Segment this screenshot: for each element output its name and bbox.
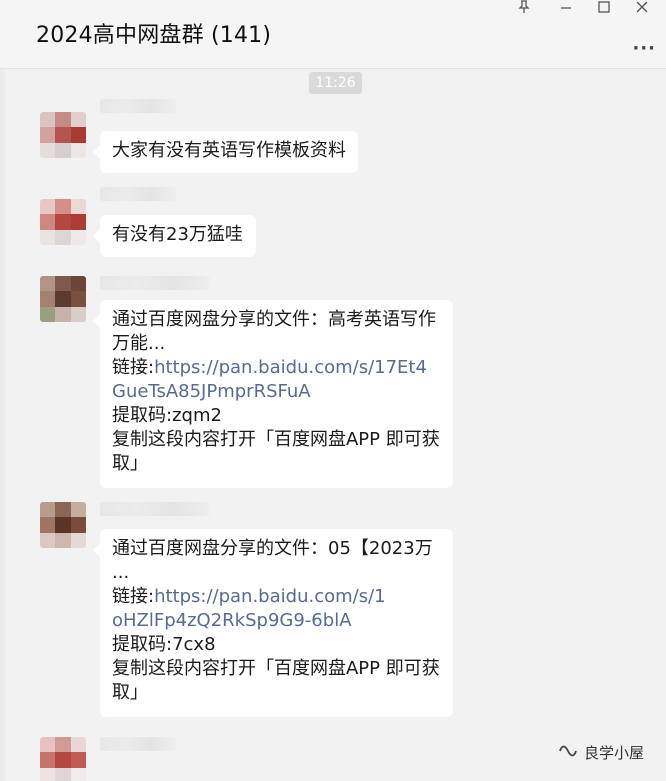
chat-title: 2024高中网盘群 (141) xyxy=(36,23,272,48)
more-icon[interactable]: ··· xyxy=(632,38,656,59)
pin-icon[interactable] xyxy=(506,0,542,20)
message-bubble[interactable]: 通过百度网盘分享的文件：05【2023万 ... 链接:https://pan.… xyxy=(93,529,453,717)
message-bubble[interactable]: 有没有23万猛哇 xyxy=(93,215,256,257)
sender-name-blurred xyxy=(100,276,210,290)
close-icon[interactable] xyxy=(624,0,660,20)
wechat-channel-icon xyxy=(558,743,578,763)
extraction-code: 提取码:7cx8 xyxy=(112,634,216,655)
link-label: 链接: xyxy=(112,586,155,607)
minimize-icon[interactable] xyxy=(548,0,584,20)
avatar[interactable] xyxy=(40,737,86,781)
avatar[interactable] xyxy=(40,199,86,245)
share-text-line: 通过百度网盘分享的文件：05【2023万 xyxy=(112,538,433,559)
watermark-text: 良学小屋 xyxy=(583,744,644,762)
chat-header: 2024高中网盘群 (141) ··· xyxy=(0,0,666,69)
share-link-continued[interactable]: GueTsA85JPmprRSFuA xyxy=(112,380,441,404)
message-text: 大家有没有英语写作模板资料 xyxy=(112,140,346,161)
sender-name-blurred xyxy=(100,737,176,751)
message-bubble[interactable]: 大家有没有英语写作模板资料 xyxy=(93,131,358,173)
extraction-code: 提取码:zqm2 xyxy=(112,405,222,426)
time-separator: 11:26 xyxy=(309,72,362,94)
copy-instruction: 复制这段内容打开「百度网盘APP 即可获 xyxy=(112,658,440,679)
share-text-line: 万能... xyxy=(112,333,166,354)
copy-instruction-continued: 取」 xyxy=(112,453,148,474)
share-link[interactable]: https://pan.baidu.com/s/17Et4 xyxy=(154,357,427,378)
share-text-line: ... xyxy=(112,562,130,583)
share-text-line: 通过百度网盘分享的文件：高考英语写作 xyxy=(112,309,436,330)
share-link-continued[interactable]: oHZlFp4zQ2RkSp9G9-6blA xyxy=(112,609,441,633)
sender-name-blurred xyxy=(100,99,176,113)
sender-name-blurred xyxy=(100,502,210,516)
avatar[interactable] xyxy=(40,276,86,322)
maximize-icon[interactable] xyxy=(586,0,622,20)
link-label: 链接: xyxy=(112,357,155,378)
copy-instruction-continued: 取」 xyxy=(112,682,148,703)
message-text: 有没有23万猛哇 xyxy=(112,224,243,245)
avatar[interactable] xyxy=(40,112,86,158)
sender-name-blurred xyxy=(100,187,176,201)
message-bubble[interactable]: 通过百度网盘分享的文件：高考英语写作 万能... 链接:https://pan.… xyxy=(93,300,453,488)
avatar[interactable] xyxy=(40,502,86,548)
copy-instruction: 复制这段内容打开「百度网盘APP 即可获 xyxy=(112,429,440,450)
share-link[interactable]: https://pan.baidu.com/s/1 xyxy=(154,586,386,607)
message-list[interactable]: 11:26 大家有没有英语写作模板资料 有没有23万猛哇 通过百度网盘分享的文件… xyxy=(0,69,666,781)
watermark: 良学小屋 xyxy=(558,742,644,763)
